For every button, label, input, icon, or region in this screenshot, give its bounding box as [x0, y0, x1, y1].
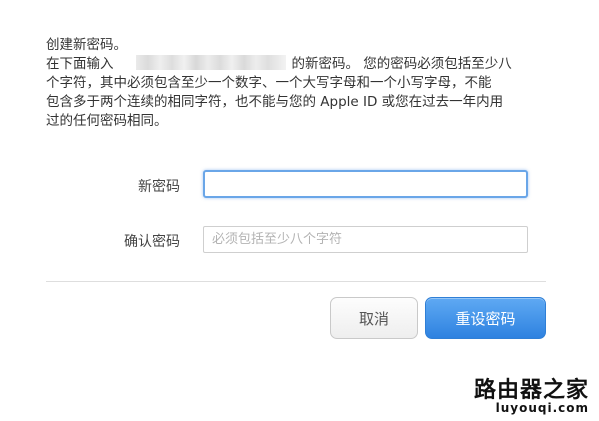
blurred-apple-id — [135, 55, 286, 70]
instructions-heading: 创建新密码。 — [46, 37, 127, 53]
new-password-input[interactable] — [203, 170, 528, 198]
instructions-line-5: 过的任何密码相同。 — [46, 113, 168, 129]
watermark-main-text: 路由器之家 — [473, 378, 589, 403]
new-password-label: 新密码 — [138, 179, 180, 195]
reset-password-button[interactable]: 重设密码 — [425, 297, 546, 339]
divider — [46, 281, 546, 282]
instructions-line-2-prefix: 在下面输入 — [46, 56, 114, 72]
confirm-password-label: 确认密码 — [124, 234, 180, 250]
watermark-logo: 路由器之家 luyouqi.com — [473, 378, 589, 416]
instructions-text: 创建新密码。 在下面输入 的新密码。 您的密码必须包括至少八 个字符，其中必须包含… — [46, 36, 566, 131]
cancel-button[interactable]: 取消 — [330, 297, 418, 339]
instructions-line-4: 包含多于两个连续的相同字符，也不能与您的 Apple ID 或您在过去一年内用 — [46, 94, 504, 110]
instructions-line-2-suffix: 的新密码。 您的密码必须包括至少八 — [291, 56, 512, 72]
watermark-sub-text: luyouqi.com — [495, 401, 589, 415]
confirm-password-input[interactable] — [203, 226, 528, 253]
instructions-line-3: 个字符，其中必须包含至少一个数字、一个大写字母和一个小写字母，不能 — [46, 75, 492, 91]
instructions-line-2: 在下面输入 的新密码。 您的密码必须包括至少八 — [46, 55, 566, 74]
